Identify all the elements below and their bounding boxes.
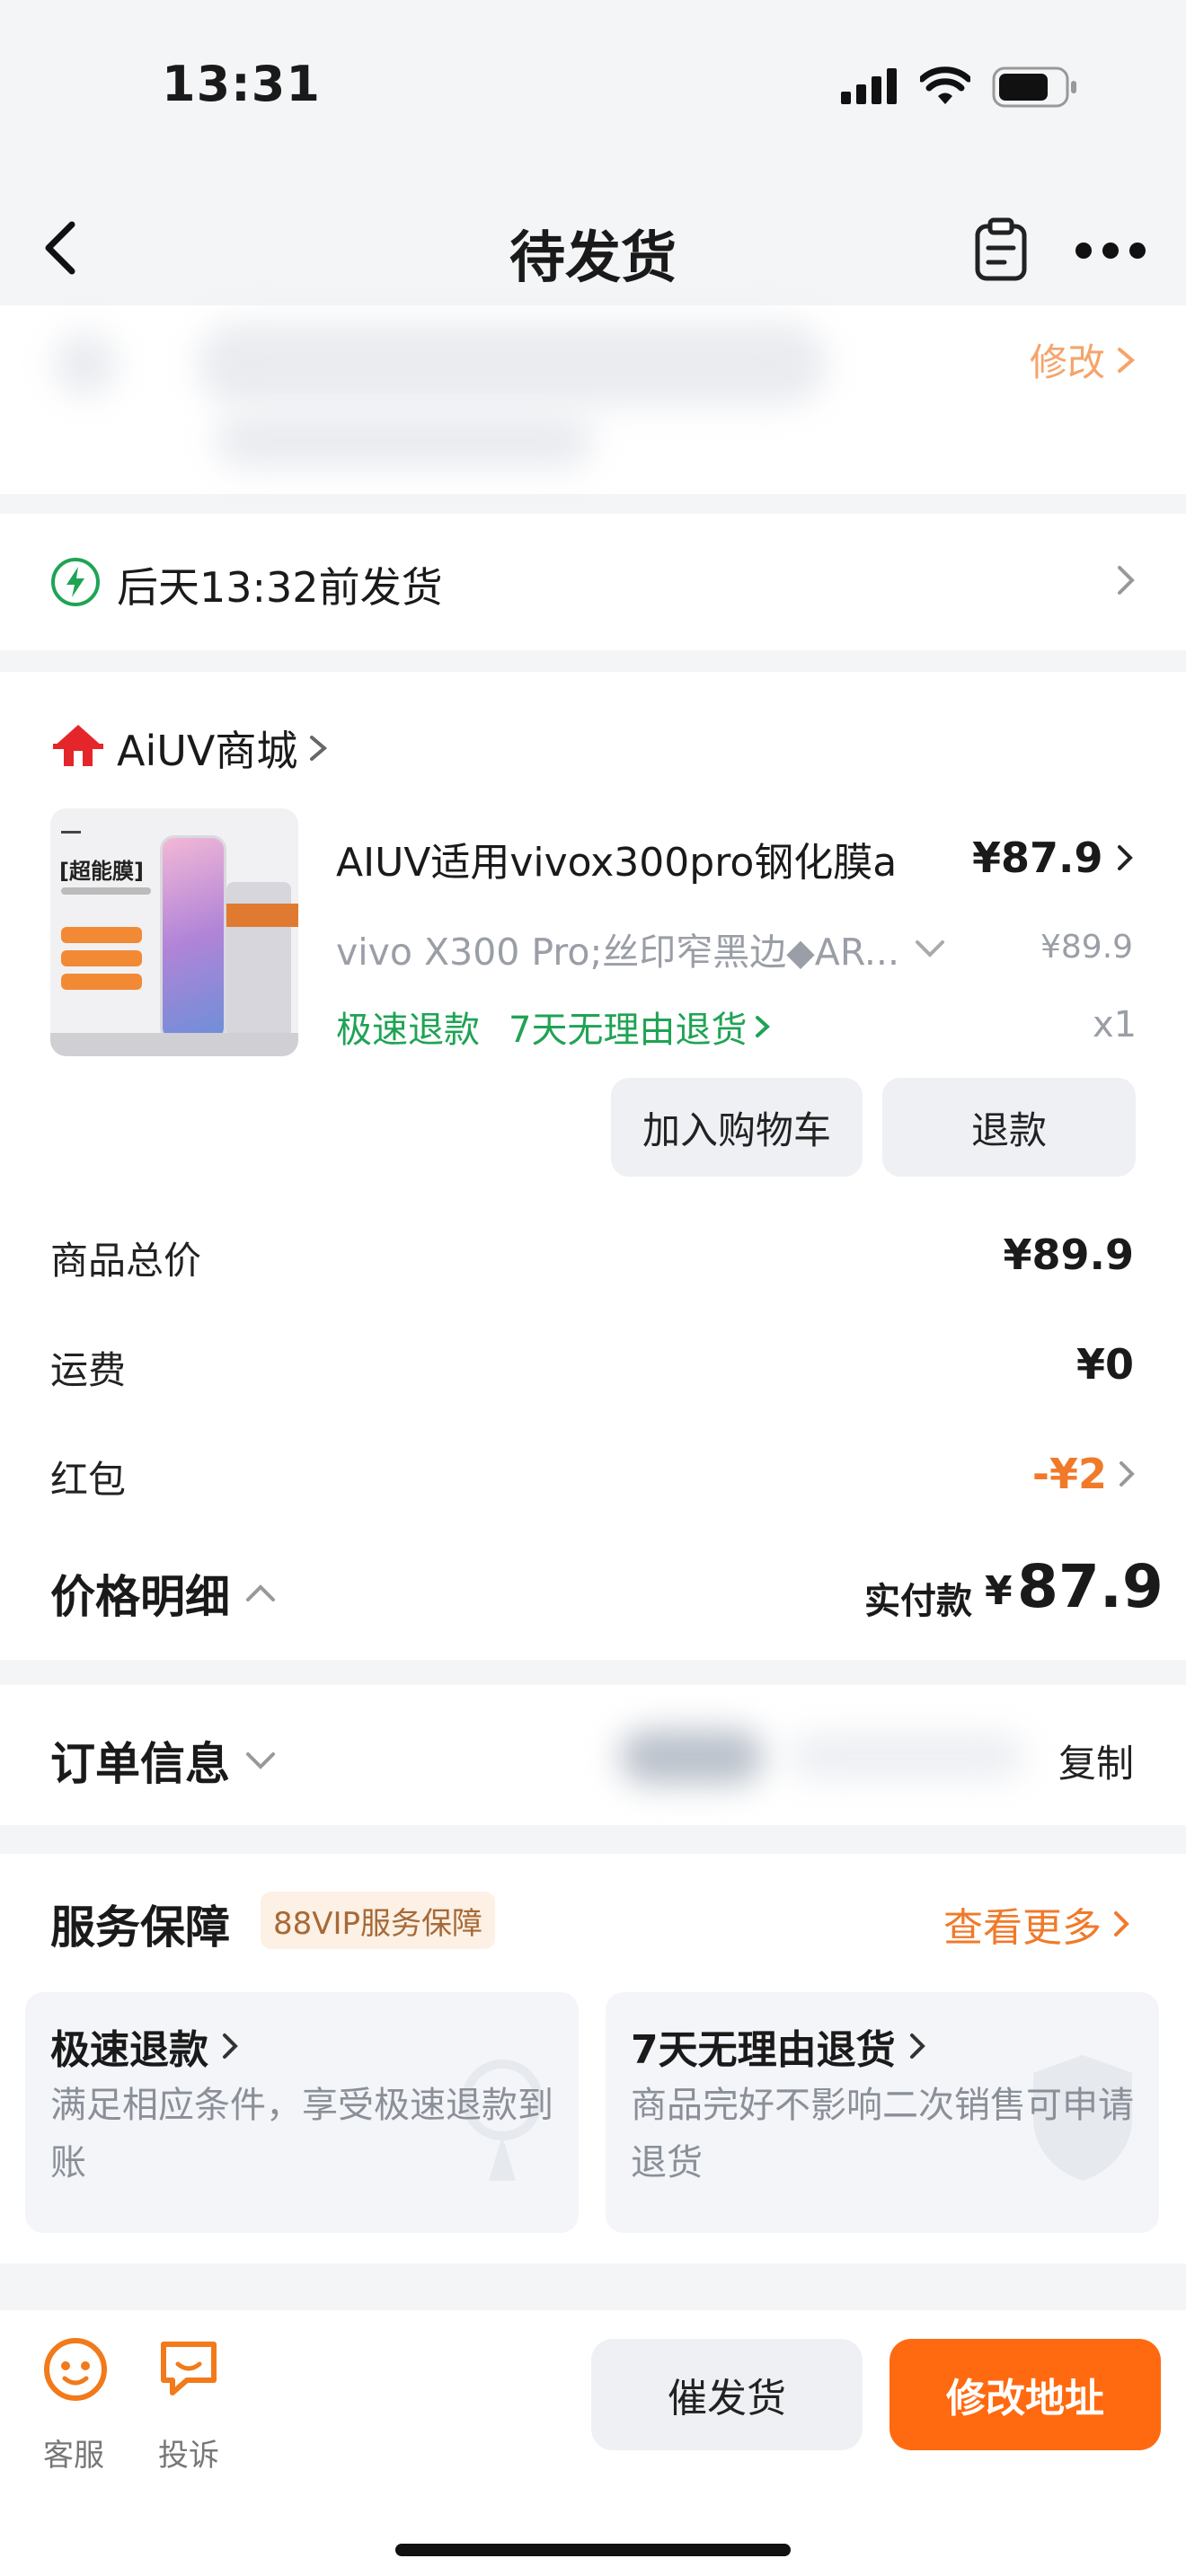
store-logo-icon bbox=[53, 725, 103, 766]
bottom-action-bar: 客服 投诉 催发货 修改地址 bbox=[0, 2310, 1186, 2576]
service-item-title: 7天无理由退货 bbox=[631, 2027, 896, 2073]
more-options-icon[interactable] bbox=[1075, 239, 1146, 262]
tag-fast-refund: 极速退款 bbox=[336, 1010, 480, 1051]
chevron-up-icon bbox=[246, 1584, 275, 1601]
battery-icon bbox=[992, 66, 1076, 108]
service-item-desc: 满足相应条件，享受极速退款到账 bbox=[50, 2085, 553, 2183]
customer-service-button[interactable]: 客服 bbox=[32, 2335, 122, 2474]
order-info-label: 订单信息 bbox=[50, 1738, 230, 1790]
chevron-right-icon bbox=[1118, 566, 1135, 595]
chevron-right-icon bbox=[310, 736, 328, 761]
shipping-deadline-row[interactable]: 后天13:32前发货 bbox=[0, 514, 1186, 650]
red-packet-value: -¥2 bbox=[1031, 1450, 1107, 1498]
refund-button[interactable]: 退款 bbox=[882, 1078, 1136, 1177]
lightning-icon bbox=[51, 558, 100, 606]
change-address-button[interactable]: 修改地址 bbox=[890, 2339, 1161, 2450]
tag-7day-return[interactable]: 7天无理由退货 bbox=[509, 1001, 774, 1053]
edit-address-link[interactable]: 修改 bbox=[1030, 332, 1139, 387]
subtotal-label: 商品总价 bbox=[50, 1239, 202, 1283]
chevron-right-icon bbox=[223, 2033, 238, 2059]
product-title[interactable]: AIUV适用vivox300pro钢化膜a bbox=[336, 830, 897, 887]
tag-7day-return-label: 7天无理由退货 bbox=[509, 1010, 748, 1051]
chevron-right-icon bbox=[1118, 347, 1136, 373]
product-image-badge: [超能膜] bbox=[59, 859, 144, 884]
order-info-toggle[interactable]: 订单信息 bbox=[50, 1728, 279, 1793]
service-item-desc: 商品完好不影响二次销售可申请退货 bbox=[631, 2085, 1134, 2183]
copy-order-number-button[interactable]: 复制 bbox=[1058, 1734, 1134, 1788]
chevron-right-icon bbox=[1120, 1461, 1135, 1486]
order-info-row[interactable]: 订单信息 复制 bbox=[0, 1685, 1186, 1825]
service-item-title-row: 极速退款 bbox=[50, 2017, 243, 2075]
price-detail-toggle[interactable]: 价格明细 bbox=[50, 1561, 279, 1626]
chevron-down-icon bbox=[915, 940, 944, 957]
shipping-fee-value: ¥0 bbox=[1075, 1340, 1134, 1389]
order-product-card: AiUV商城 [超能膜] AIUV适用vivox300pro钢化膜a ¥87.9… bbox=[0, 672, 1186, 1660]
customer-service-label: 客服 bbox=[43, 2438, 104, 2474]
cellular-signal-icon bbox=[841, 68, 897, 104]
status-time: 13:31 bbox=[162, 56, 321, 112]
product-spec-text: vivo X300 Pro;丝印窄黑边◆AR... bbox=[336, 931, 899, 974]
customer-service-icon bbox=[44, 2338, 107, 2401]
store-link[interactable]: AiUV商城 bbox=[117, 719, 332, 778]
service-item-title: 极速退款 bbox=[50, 2027, 208, 2073]
product-price: ¥87.9 bbox=[972, 834, 1137, 882]
red-packet-label: 红包 bbox=[50, 1458, 127, 1502]
chevron-right-icon bbox=[909, 2033, 925, 2059]
see-more-link[interactable]: 查看更多 bbox=[943, 1895, 1134, 1953]
paid-amount-currency: ¥ bbox=[985, 1568, 1013, 1614]
chevron-right-icon bbox=[1114, 1911, 1129, 1936]
home-indicator bbox=[395, 2544, 791, 2556]
wifi-icon bbox=[920, 66, 970, 104]
service-item-7day-return[interactable]: 7天无理由退货 商品完好不影响二次销售可申请退货 bbox=[606, 1992, 1159, 2233]
product-original-price: ¥89.9 bbox=[1040, 929, 1134, 966]
shipping-fee-label: 运费 bbox=[50, 1348, 127, 1392]
edit-address-label: 修改 bbox=[1029, 340, 1105, 384]
chevron-right-icon bbox=[756, 1016, 771, 1037]
service-guarantee-title: 服务保障 bbox=[50, 1901, 230, 1954]
red-packet-row[interactable]: -¥2 bbox=[1032, 1450, 1139, 1498]
paid-amount-label: 实付款 bbox=[864, 1581, 972, 1622]
price-detail-label: 价格明细 bbox=[50, 1571, 230, 1623]
vip-service-badge: 88VIP服务保障 bbox=[261, 1892, 496, 1949]
complain-button[interactable]: 投诉 bbox=[147, 2335, 237, 2474]
complain-icon bbox=[161, 2342, 217, 2395]
shipping-deadline-text: 后天13:32前发货 bbox=[117, 563, 443, 612]
store-name: AiUV商城 bbox=[117, 727, 298, 775]
chevron-right-icon bbox=[1117, 845, 1133, 870]
product-spec-selector[interactable]: vivo X300 Pro;丝印窄黑边◆AR... bbox=[336, 922, 948, 975]
service-guarantee-card: 服务保障 88VIP服务保障 查看更多 极速退款 满足相应条件，享受极速退款到账… bbox=[0, 1854, 1186, 2263]
address-card[interactable] bbox=[0, 305, 1186, 494]
service-item-title-row: 7天无理由退货 bbox=[631, 2017, 930, 2075]
see-more-label: 查看更多 bbox=[943, 1905, 1102, 1951]
product-image[interactable]: [超能膜] bbox=[50, 808, 298, 1056]
chevron-down-icon bbox=[246, 1752, 275, 1769]
product-quantity: x1 bbox=[1093, 1004, 1137, 1045]
add-to-cart-button[interactable]: 加入购物车 bbox=[611, 1078, 863, 1177]
complain-label: 投诉 bbox=[158, 2438, 219, 2474]
clipboard-icon[interactable] bbox=[972, 217, 1030, 282]
urge-shipment-button[interactable]: 催发货 bbox=[591, 2339, 863, 2450]
product-price-value: ¥87.9 bbox=[972, 834, 1103, 882]
service-item-fast-refund[interactable]: 极速退款 满足相应条件，享受极速退款到账 bbox=[25, 1992, 579, 2233]
paid-amount-value: 87.9 bbox=[1017, 1552, 1164, 1621]
subtotal-value: ¥89.9 bbox=[1003, 1231, 1134, 1279]
